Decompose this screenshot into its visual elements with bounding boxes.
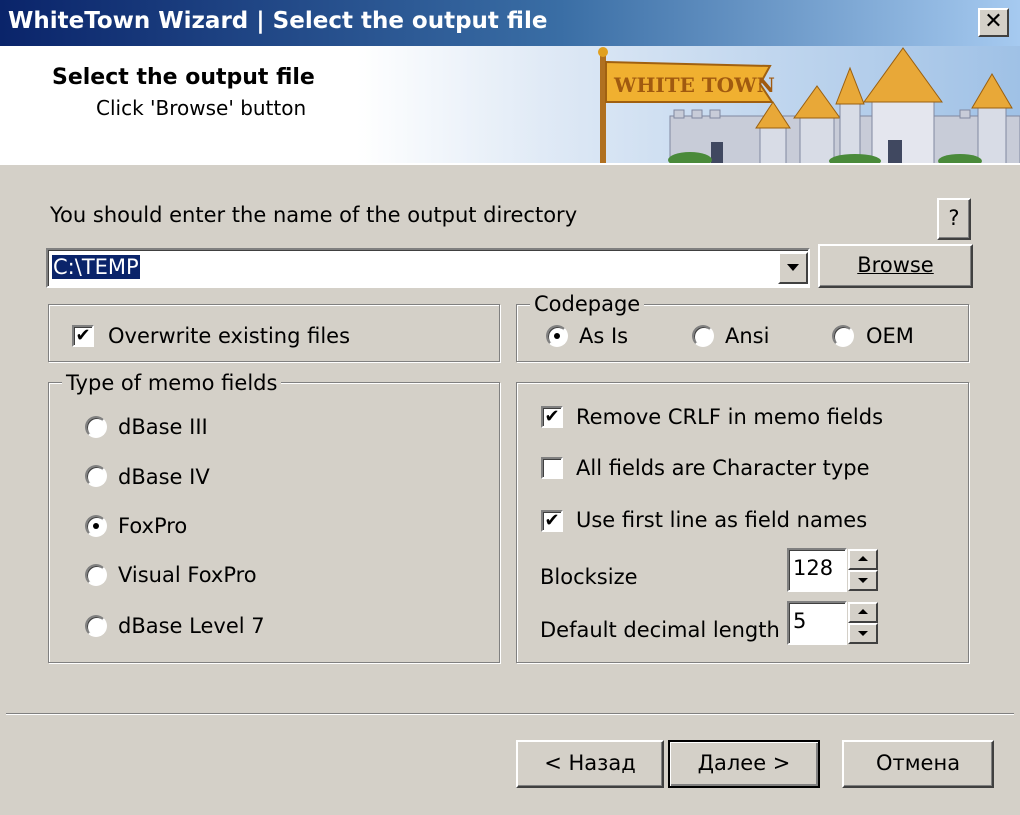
decimal-spin-down[interactable] (848, 623, 878, 644)
codepage-asis-label: As Is (579, 324, 629, 348)
memo-visual-foxpro-radio[interactable] (85, 564, 107, 586)
help-label: ? (948, 206, 960, 230)
logo-text: WHITE TOWN (613, 73, 775, 97)
check-mark-icon: ✔ (544, 510, 560, 531)
memo-dbase4-label: dBase IV (118, 465, 210, 489)
memo-dbase7-label: dBase Level 7 (118, 614, 265, 638)
all-character-checkbox[interactable] (541, 457, 563, 479)
remove-crlf-label: Remove CRLF in memo fields (576, 405, 884, 429)
decimal-length-input[interactable]: 5 (787, 601, 847, 645)
window-title: WhiteTown Wizard | Select the output fil… (8, 8, 548, 34)
decimal-spin-up[interactable] (848, 602, 878, 623)
memo-foxpro-label: FoxPro (118, 514, 188, 538)
spin-up-icon (858, 556, 868, 561)
memo-dbase7-radio[interactable] (85, 615, 107, 637)
codepage-asis-radio[interactable] (546, 325, 568, 347)
check-mark-icon: ✔ (544, 406, 560, 427)
memo-dbase4-radio[interactable] (85, 465, 107, 487)
first-line-names-label: Use first line as field names (576, 508, 868, 532)
blocksize-label: Blocksize (540, 565, 638, 589)
next-button[interactable]: Далее > (668, 740, 820, 788)
close-icon: ✕ (984, 9, 1003, 34)
spin-down-icon (858, 631, 868, 636)
browse-label: Browse (857, 253, 934, 277)
white-town-logo: WHITE TOWN (598, 47, 1020, 164)
codepage-legend: Codepage (530, 292, 645, 316)
help-button[interactable]: ? (937, 198, 971, 240)
decimal-length-value: 5 (793, 609, 807, 633)
page-subtitle: Click 'Browse' button (96, 96, 307, 120)
blocksize-input[interactable]: 128 (787, 548, 847, 592)
codepage-oem-label: OEM (866, 324, 914, 348)
chevron-down-icon (787, 264, 799, 271)
output-directory-prompt: You should enter the name of the output … (50, 203, 578, 227)
blocksize-spin-down[interactable] (848, 570, 878, 591)
check-mark-icon: ✔ (75, 325, 91, 346)
combo-dropdown-button[interactable] (778, 252, 808, 284)
all-character-label: All fields are Character type (576, 456, 870, 480)
page-title: Select the output file (52, 65, 315, 90)
output-path-combobox[interactable]: C:\TEMP (46, 248, 810, 288)
back-button[interactable]: < Назад (516, 740, 664, 788)
overwrite-checkbox[interactable]: ✔ (72, 325, 94, 347)
remove-crlf-checkbox[interactable]: ✔ (541, 406, 563, 428)
blocksize-value: 128 (793, 556, 834, 580)
memo-foxpro-radio[interactable] (85, 515, 107, 537)
cancel-label: Отмена (875, 751, 961, 775)
memo-type-group (48, 382, 500, 663)
codepage-ansi-radio[interactable] (692, 325, 714, 347)
memo-dbase3-label: dBase III (118, 415, 208, 439)
back-label: < Назад (544, 751, 636, 775)
memo-visual-foxpro-label: Visual FoxPro (118, 563, 257, 587)
first-line-names-checkbox[interactable]: ✔ (541, 510, 563, 532)
blocksize-spin-up[interactable] (848, 549, 878, 570)
memo-type-legend: Type of memo fields (62, 371, 282, 395)
spin-down-icon (858, 578, 868, 583)
decimal-length-label: Default decimal length (540, 618, 780, 642)
header-divider (0, 163, 1020, 165)
close-button[interactable]: ✕ (978, 8, 1009, 37)
codepage-ansi-label: Ansi (725, 324, 770, 348)
footer-divider-highlight (6, 714, 1014, 715)
output-path-value[interactable]: C:\TEMP (52, 255, 140, 279)
next-label: Далее > (697, 751, 791, 775)
memo-dbase3-radio[interactable] (85, 416, 107, 438)
browse-button[interactable]: Browse (818, 244, 973, 288)
overwrite-label: Overwrite existing files (108, 324, 351, 348)
spin-up-icon (858, 609, 868, 614)
cancel-button[interactable]: Отмена (842, 740, 994, 788)
codepage-oem-radio[interactable] (832, 325, 854, 347)
